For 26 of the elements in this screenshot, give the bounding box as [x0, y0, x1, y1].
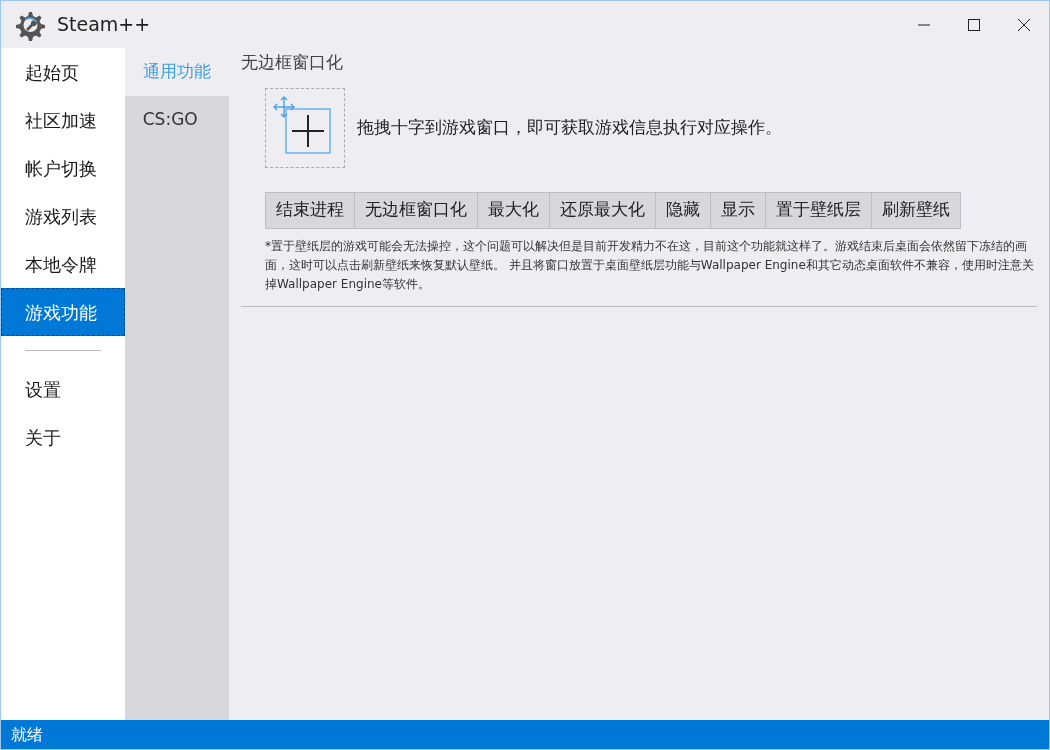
sidebar-item[interactable]: 游戏功能	[1, 288, 125, 336]
maximize-icon	[968, 18, 980, 31]
status-text: 就绪	[11, 723, 43, 746]
sidebar-item[interactable]: 帐户切换	[1, 144, 125, 192]
subnav-tab[interactable]: CS:GO	[124, 96, 229, 144]
action-button[interactable]: 最大化	[477, 191, 550, 229]
action-button[interactable]: 隐藏	[655, 191, 711, 229]
action-button[interactable]: 显示	[710, 191, 766, 229]
close-icon	[1018, 18, 1030, 31]
crosshair-target[interactable]	[265, 87, 345, 168]
window-title: Steam++	[57, 12, 151, 38]
sidebar-item[interactable]: 游戏列表	[1, 192, 125, 240]
action-button[interactable]: 置于壁纸层	[765, 191, 872, 229]
action-button[interactable]: 结束进程	[265, 191, 355, 229]
action-button[interactable]: 刷新壁纸	[871, 191, 961, 229]
section-title: 无边框窗口化	[241, 51, 344, 74]
sidebar-item[interactable]: 起始页	[1, 48, 125, 96]
drag-hint: 拖拽十字到游戏窗口，即可获取游戏信息执行对应操作。	[357, 115, 782, 139]
crosshair-icon	[272, 94, 332, 155]
sidebar-item[interactable]: 关于	[1, 413, 125, 461]
action-button[interactable]: 无边框窗口化	[354, 191, 478, 229]
wallpaper-note: *置于壁纸层的游戏可能会无法操控，这个问题可以解决但是目前开发精力不在这，目前这个功能就这样了。游戏结束后桌面会依然留下冻结的画面，这时可以点击刷新壁纸来恢复默认壁纸。 并且将窗口放置于桌面壁纸层功能与Wallpaper Engine和其它动态桌面软件不兼容，使用时注意关掉Wallpaper Engine等软件。	[265, 237, 1035, 293]
sidebar-item[interactable]: 设置	[1, 365, 125, 413]
sidebar-item[interactable]: 本地令牌	[1, 240, 125, 288]
sidebar-item[interactable]: 社区加速	[1, 96, 125, 144]
action-button[interactable]: 还原最大化	[549, 191, 656, 229]
